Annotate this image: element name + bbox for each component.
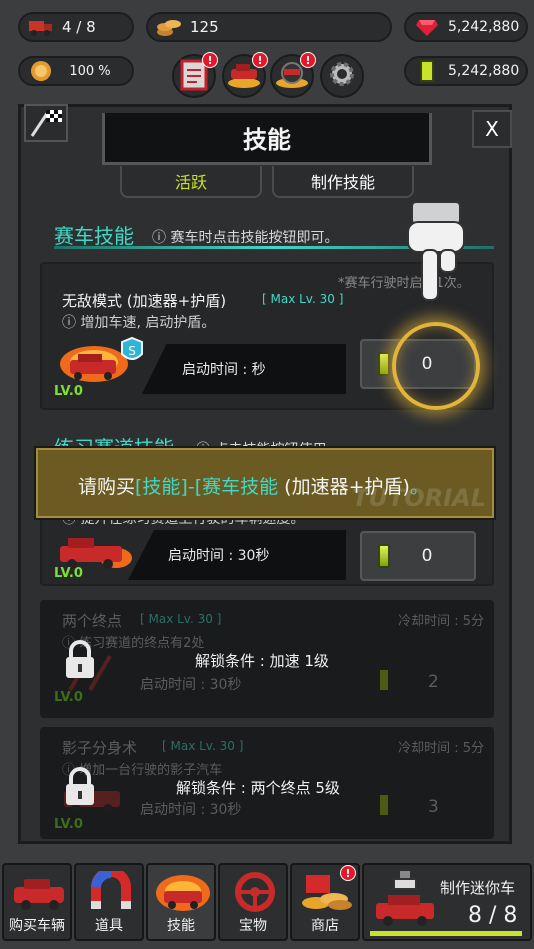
nav-buy-label: 购买车辆 (9, 918, 65, 934)
close-button[interactable]: X (472, 110, 512, 148)
svg-text:S: S (128, 344, 136, 358)
skill4-time: 启动时间 : 30秒 (140, 802, 242, 818)
skill3-name: 两个终点 (62, 612, 123, 630)
garage-button[interactable]: ! (222, 52, 268, 98)
tire-button[interactable]: ! (270, 52, 316, 98)
panel-title: 技能 (102, 113, 432, 165)
tutorial-suffix: (加速器+护盾) (278, 476, 410, 498)
missions-button[interactable]: ! (172, 52, 218, 98)
craft-progress-bar (370, 931, 522, 936)
car-count-display: 4 / 8 (18, 12, 134, 42)
checkered-flag-icon (26, 110, 66, 144)
shop-badge: ! (340, 865, 356, 881)
cash-display: 5,242,880 (404, 56, 528, 86)
pointing-glove-icon (404, 200, 468, 310)
skill1-level: LV.0 (54, 384, 83, 399)
race-skills-hint: ⓘ 赛车时点击技能按钮即可。 (152, 230, 339, 246)
tutorial-text: 请购买[技能]-[赛车技能 (加速器+护盾)。 (78, 472, 429, 499)
nav-items-label: 道具 (95, 918, 123, 934)
nav-craft-mini-car[interactable]: 制作迷你车 8 / 8 (362, 863, 532, 941)
tutorial-highlight: [技能]-[赛车技能 (135, 476, 279, 498)
coin-stack-icon (156, 16, 182, 38)
tutorial-highlight-ring (392, 322, 480, 410)
steering-wheel-icon (234, 871, 276, 917)
car-count-text: 4 / 8 (62, 18, 96, 36)
green-gem-icon (414, 60, 440, 82)
padlock-icon (64, 767, 96, 811)
coin-display: 125 (146, 12, 392, 42)
green-gem-icon (378, 544, 390, 568)
ruby-icon (414, 16, 440, 38)
skill-card-shadow-clone: 影子分身术 [ Max Lv. 30 ] ⓘ 增加一台行驶的影子汽车 冷却时间 … (40, 727, 494, 839)
green-gem-icon (378, 352, 390, 376)
crane-car-icon (372, 869, 438, 937)
tab-active[interactable]: 活跃 (120, 166, 262, 198)
truck-icon (28, 16, 54, 38)
coin-count-text: 125 (190, 18, 219, 36)
garage-badge: ! (252, 52, 268, 68)
nav-craft-label: 制作迷你车 (440, 879, 516, 897)
flaming-car-shield-icon: S (58, 334, 148, 388)
skill1-max: [ Max Lv. 30 ] (262, 292, 344, 306)
green-gem-icon (380, 670, 388, 690)
skill2-level: LV.0 (54, 566, 83, 581)
skill2-buy-button[interactable]: 0 (360, 531, 476, 581)
skill3-time: 启动时间 : 30秒 (140, 677, 242, 693)
race-skills-title: 赛车技能 (54, 224, 134, 248)
skill4-cost: 3 (428, 797, 439, 817)
skill2-time: 启动时间 : 30秒 (128, 530, 346, 580)
tab-craft[interactable]: 制作技能 (272, 166, 414, 198)
skill2-cost: 0 (421, 546, 433, 566)
skill1-time: 启动时间 : 秒 (142, 344, 346, 394)
bonus-display: 100 % (18, 56, 134, 86)
settings-button[interactable] (320, 54, 364, 98)
skill3-level: LV.0 (54, 690, 83, 705)
flaming-car-icon (154, 871, 212, 917)
tutorial-prefix: 请购买 (78, 476, 136, 498)
skill3-unlock: 解锁条件 : 加速 1级 (195, 652, 329, 670)
skill4-unlock: 解锁条件 : 两个终点 5级 (176, 779, 340, 797)
nav-craft-count: 8 / 8 (468, 903, 518, 928)
missions-badge: ! (202, 52, 218, 68)
skill4-name: 影子分身术 (62, 739, 138, 757)
nav-shop-label: 商店 (311, 918, 339, 934)
tire-badge: ! (300, 52, 316, 68)
skill3-cooldown: 冷却时间 : 5分 (398, 614, 484, 629)
skill4-max: [ Max Lv. 30 ] (162, 739, 244, 753)
skill3-max: [ Max Lv. 30 ] (140, 612, 222, 626)
ruby-display: 5,242,880 (404, 12, 528, 42)
gold-coin-icon (28, 60, 54, 82)
nav-buy-car[interactable]: 购买车辆 (2, 863, 72, 941)
tutorial-end: 。 (409, 476, 429, 498)
green-gem-icon (380, 795, 388, 815)
nav-skills[interactable]: 技能 (146, 863, 216, 941)
skill1-desc: ⓘ 增加车速, 启动护盾。 (62, 315, 216, 331)
skill1-name: 无敌模式 (加速器+护盾) (62, 292, 227, 310)
cash-count-text: 5,242,880 (448, 63, 520, 79)
magnet-icon (90, 867, 132, 915)
nav-skills-label: 技能 (167, 918, 195, 934)
skill-card-two-finish: 两个终点 [ Max Lv. 30 ] ⓘ 练习赛道的终点有2处 冷却时间 : … (40, 600, 494, 718)
ruby-count-text: 5,242,880 (448, 19, 520, 35)
tutorial-banner: TUTORIAL 请购买[技能]-[赛车技能 (加速器+护盾)。 (36, 448, 494, 518)
red-car-icon (10, 873, 68, 915)
nav-treasure[interactable]: 宝物 (218, 863, 288, 941)
nav-shop[interactable]: ! 商店 (290, 863, 360, 941)
gear-icon (327, 59, 357, 93)
nav-treasure-label: 宝物 (239, 918, 267, 934)
bonus-text: 100 % (69, 63, 111, 79)
padlock-icon (64, 640, 96, 684)
skill4-cooldown: 冷却时间 : 5分 (398, 741, 484, 756)
skill4-level: LV.0 (54, 817, 83, 832)
skill3-cost: 2 (428, 672, 439, 692)
nav-items[interactable]: 道具 (74, 863, 144, 941)
race-flag-button[interactable] (24, 104, 68, 142)
